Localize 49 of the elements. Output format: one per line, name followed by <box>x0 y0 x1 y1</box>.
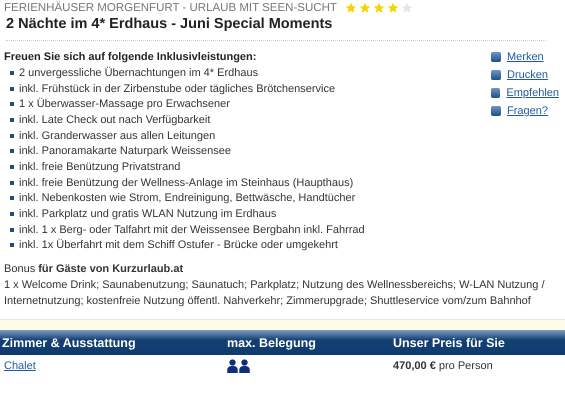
bullet-icon <box>10 228 14 232</box>
inclusion-item: inkl. Granderwasser aus allen Leitungen <box>19 130 216 142</box>
star-icon <box>400 2 413 14</box>
square-icon <box>491 88 500 98</box>
inclusion-item: inkl. 1x Überfahrt mit dem Schiff Ostufer - Brücke oder umgekehrt <box>19 239 338 252</box>
action-link[interactable]: Merken <box>507 51 544 63</box>
inclusion-item: inkl. 1 x Berg- oder Talfahrt mit der Weissensee Bergbahn inkl. Fahrrad <box>19 224 365 236</box>
square-icon <box>491 70 501 80</box>
inclusion-item: 1 x Überwasser-Massage pro Erwachsener <box>19 98 230 110</box>
person-icon <box>227 359 238 374</box>
action-link[interactable]: Drucken <box>507 69 548 81</box>
inclusion-item: inkl. Panoramakarte Naturpark Weissensee <box>19 145 231 158</box>
star-icon <box>372 2 385 14</box>
bullet-icon <box>10 149 14 154</box>
inclusion-item: inkl. Parkplatz und gratis WLAN Nutzung im Erdhaus <box>19 208 276 220</box>
bonus-text: 1 x Welcome Drink; Saunabenutzung; Saunatuch; Parkplatz; Nutzung des Wellnessbereichs; W-LAN Nutzung / Internetnutzung; kostenfreie Nutzung öffentl. Nahverkehr; Zimmerupgrade; Shuttleservice vom/zum Bahnhof <box>3 278 546 310</box>
bullet-icon <box>10 212 14 216</box>
room-link[interactable]: Chalet <box>4 360 36 372</box>
bullet-icon <box>10 86 14 91</box>
person-icon <box>239 359 250 374</box>
price-text: 470,00 € pro Person <box>393 360 493 372</box>
bullet-icon <box>10 134 14 138</box>
inclusion-item: inkl. freie Benützung Privatstrand <box>19 160 180 173</box>
star-icon <box>358 2 371 14</box>
hotel-name: FERIENHÄUSER MORGENFURT - URLAUB MIT SEEN-SUCHT <box>4 2 337 14</box>
inclusion-item: inkl. Late Check out nach Verfügbarkeit <box>19 114 210 126</box>
inclusions-heading: Freuen Sie sich auf folgende Inklusivleistungen: <box>4 51 258 63</box>
bullet-icon <box>10 196 14 200</box>
inclusion-item: 2 unvergessliche Übernachtungen im 4* Erdhaus <box>19 66 258 79</box>
bullet-icon <box>10 118 14 122</box>
inclusion-item: inkl. freie Benützung der Wellness-Anlage im Steinhaus (Haupthaus) <box>19 176 354 189</box>
bullet-icon <box>10 70 14 75</box>
star-icon <box>386 2 399 14</box>
bonus-heading: Bonus für Gäste von Kurzurlaub.at <box>3 262 184 276</box>
action-link[interactable]: Empfehlen <box>506 87 559 99</box>
bullet-icon <box>10 164 14 169</box>
action-link[interactable]: Fragen? <box>507 105 548 117</box>
offer-title: 2 Nächte im 4* Erdhaus - Juni Special Moments <box>6 16 546 41</box>
column-header: max. Belegung <box>227 336 317 350</box>
bullet-icon <box>10 102 14 106</box>
inclusion-item: inkl. Frühstück in der Zirbenstube oder tägliches Brötchenservice <box>19 82 336 95</box>
square-icon <box>491 52 501 62</box>
bullet-icon <box>10 243 14 248</box>
bullet-icon <box>10 180 14 185</box>
column-header: Unser Preis für Sie <box>393 336 505 350</box>
column-header: Zimmer & Ausstattung <box>1 336 137 350</box>
star-icon <box>344 2 357 14</box>
square-icon <box>491 106 501 116</box>
inclusion-item: inkl. Nebenkosten wie Strom, Endreinigung, Bettwäsche, Handtücher <box>19 192 356 204</box>
